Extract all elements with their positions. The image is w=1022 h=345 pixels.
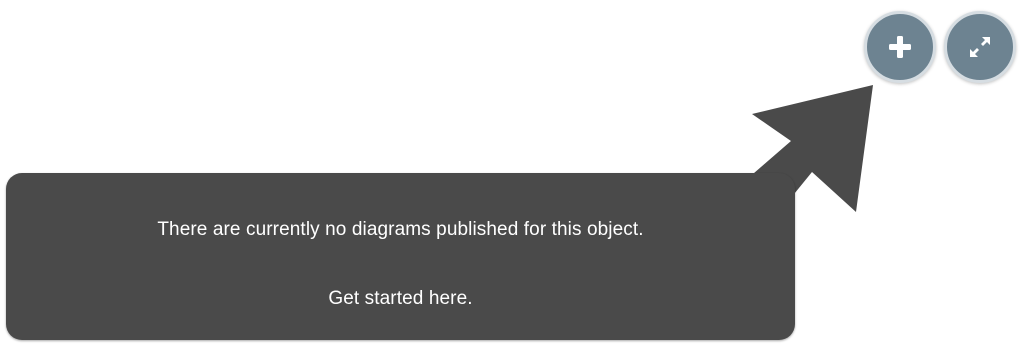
- expand-diagonal-icon: [963, 30, 997, 64]
- plus-icon: [883, 30, 917, 64]
- add-diagram-button[interactable]: [864, 11, 936, 83]
- get-started-link[interactable]: Get started here.: [6, 287, 795, 311]
- empty-state-callout: [6, 173, 795, 340]
- empty-state-page: There are currently no diagrams publishe…: [0, 0, 1022, 345]
- empty-state-message: There are currently no diagrams publishe…: [157, 219, 644, 240]
- expand-view-button[interactable]: [944, 11, 1016, 83]
